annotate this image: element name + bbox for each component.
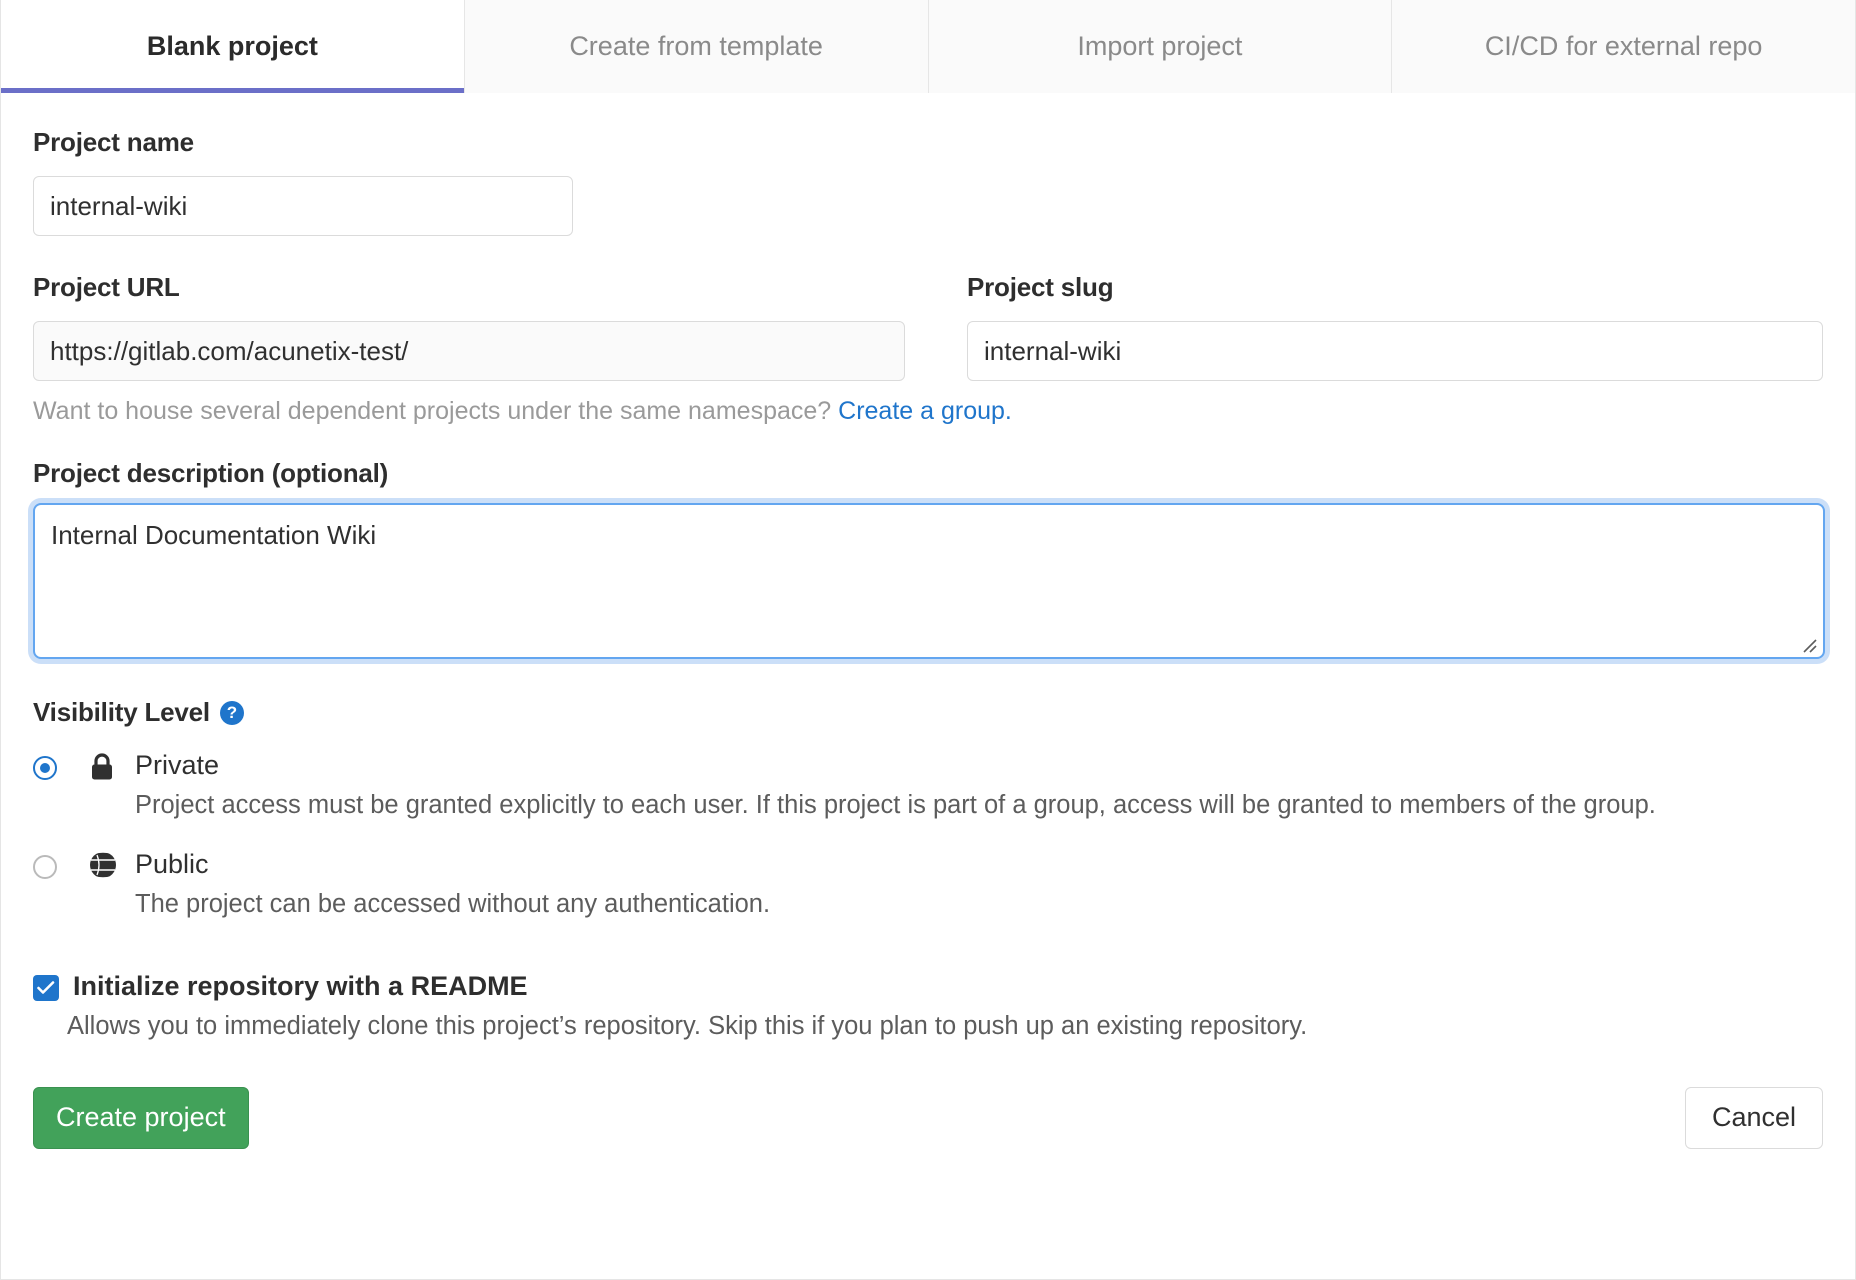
private-radio-wrap: [33, 750, 89, 823]
question-circle-icon[interactable]: ?: [220, 701, 244, 725]
globe-icon: [89, 849, 135, 922]
create-a-group-link[interactable]: Create a group.: [838, 397, 1012, 425]
readme-checkbox-row[interactable]: Initialize repository with a README: [33, 971, 1823, 1002]
project-slug-input[interactable]: [967, 321, 1823, 381]
public-description: The project can be accessed without any …: [135, 886, 1823, 922]
project-description-wrap: [33, 503, 1825, 659]
visibility-header: Visibility Level ?: [33, 697, 1823, 728]
namespace-hint-text: Want to house several dependent projects…: [33, 397, 831, 425]
lock-icon: [89, 750, 135, 823]
readme-checkbox[interactable]: [33, 975, 59, 1001]
create-project-button[interactable]: Create project: [33, 1087, 249, 1149]
tab-cicd-external-repo[interactable]: CI/CD for external repo: [1392, 0, 1855, 93]
public-title: Public: [135, 849, 1823, 880]
visibility-option-private[interactable]: Private Project access must be granted e…: [33, 750, 1823, 823]
tab-blank-project-label: Blank project: [147, 31, 318, 62]
project-url-label: Project URL: [33, 272, 967, 303]
tab-import-project-label: Import project: [1077, 31, 1242, 62]
private-description: Project access must be granted explicitl…: [135, 787, 1823, 823]
project-name-input[interactable]: [33, 176, 573, 236]
tab-import-project[interactable]: Import project: [929, 0, 1393, 93]
checkmark-icon: [37, 980, 55, 996]
visibility-level-label: Visibility Level: [33, 697, 210, 728]
private-radio[interactable]: [33, 756, 57, 780]
new-project-page: Blank project Create from template Impor…: [0, 0, 1856, 1280]
project-url-group: Project URL https://gitlab.com/acunetix-…: [33, 272, 967, 381]
tab-create-from-template-label: Create from template: [569, 31, 823, 62]
url-slug-row: Project URL https://gitlab.com/acunetix-…: [33, 272, 1823, 381]
private-body: Private Project access must be granted e…: [135, 750, 1823, 823]
public-body: Public The project can be accessed witho…: [135, 849, 1823, 922]
project-description-label: Project description (optional): [33, 458, 1823, 489]
namespace-hint: Want to house several dependent projects…: [33, 397, 1823, 426]
project-type-tabs: Blank project Create from template Impor…: [1, 0, 1855, 93]
readme-label: Initialize repository with a README: [73, 971, 528, 1002]
form-actions: Create project Cancel: [33, 1087, 1823, 1149]
public-radio-wrap: [33, 849, 89, 922]
project-description-input[interactable]: [33, 503, 1825, 659]
private-title: Private: [135, 750, 1823, 781]
readme-description: Allows you to immediately clone this pro…: [67, 1012, 1823, 1041]
cancel-button[interactable]: Cancel: [1685, 1087, 1823, 1149]
tab-cicd-external-repo-label: CI/CD for external repo: [1485, 31, 1763, 62]
project-slug-label: Project slug: [967, 272, 1823, 303]
public-radio[interactable]: [33, 855, 57, 879]
tab-blank-project[interactable]: Blank project: [1, 0, 465, 93]
project-name-label: Project name: [33, 127, 1823, 158]
visibility-option-public[interactable]: Public The project can be accessed witho…: [33, 849, 1823, 922]
blank-project-form: Project name Project URL https://gitlab.…: [1, 127, 1855, 1149]
project-slug-group: Project slug: [967, 272, 1823, 381]
tab-create-from-template[interactable]: Create from template: [465, 0, 929, 93]
project-url-input[interactable]: https://gitlab.com/acunetix-test/: [33, 321, 905, 381]
